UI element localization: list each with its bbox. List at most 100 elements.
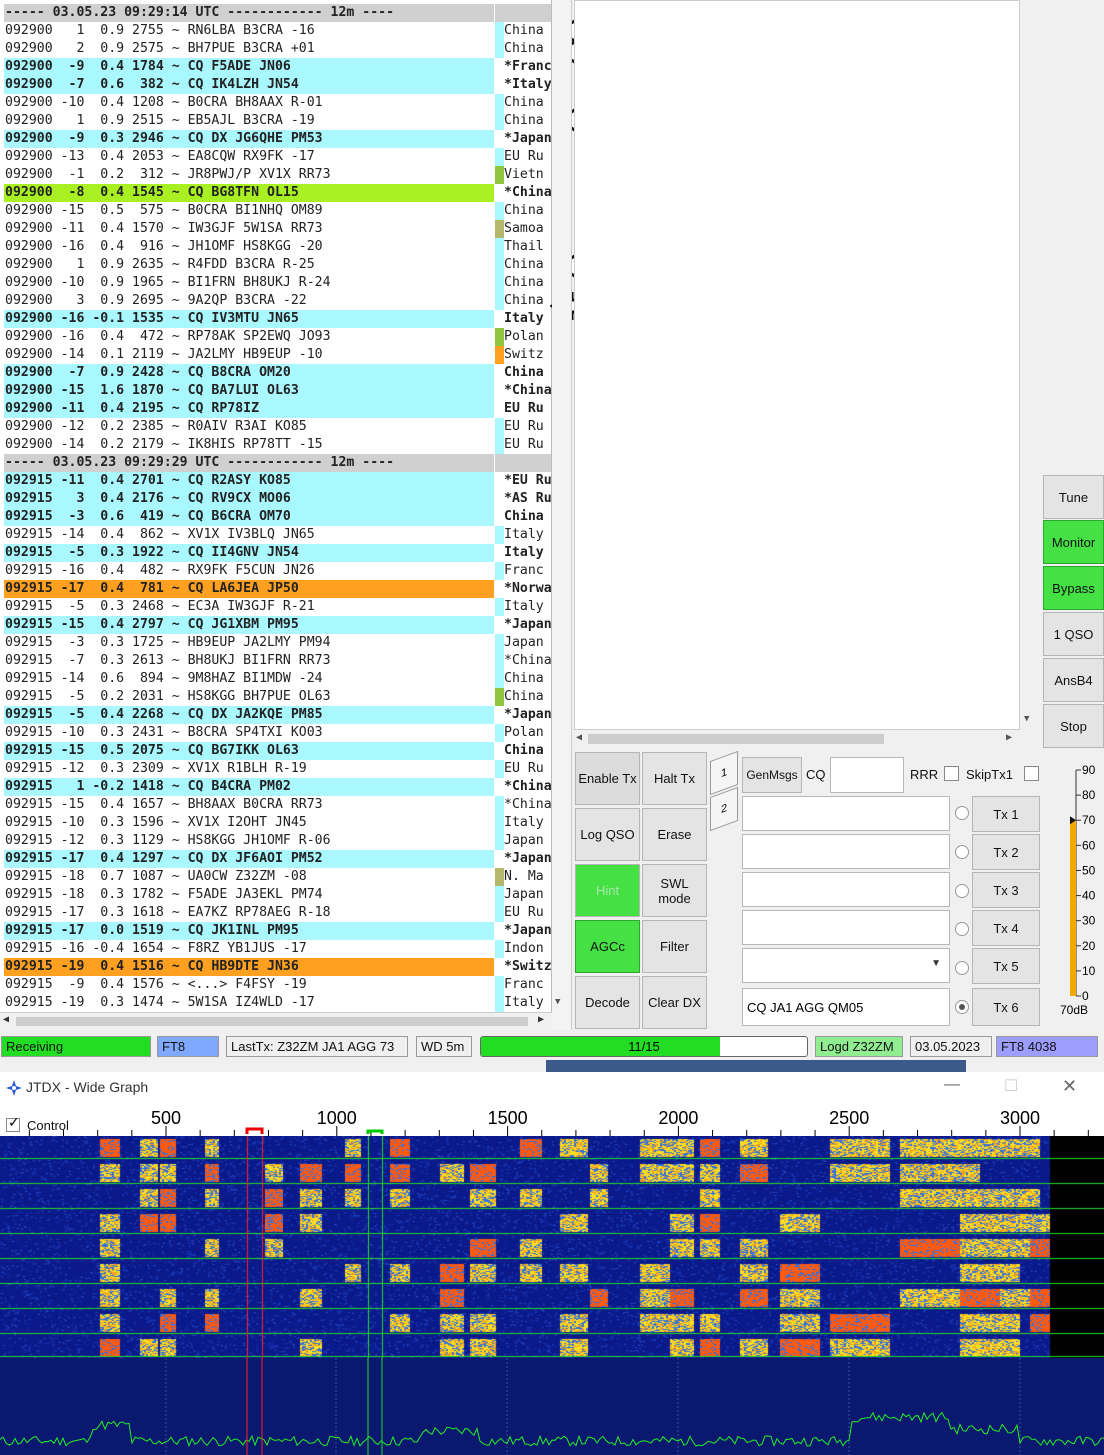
rx-marker[interactable] — [245, 1127, 264, 1134]
decode-row[interactable]: 092915 -3 0.6 419 ~ CQ B6CRA OM70 China — [4, 508, 551, 526]
decode-row[interactable]: 092900 -8 0.4 1545 ~ CQ BG8TFN OL15 *Chin… — [4, 184, 551, 202]
scroll-down-icon[interactable]: ▼ — [1024, 714, 1029, 724]
cq-input[interactable] — [830, 757, 904, 793]
decode-row[interactable]: 092900 -11 0.4 1570 ~ IW3GJF 5W1SA RR73 S… — [4, 220, 551, 238]
frequency-scale[interactable]: ✓ Control 500 1000 1500 2000 2500 3000 — [0, 1104, 1104, 1136]
period-separator[interactable]: ----- 03.05.23 09:29:29 UTC ------------… — [4, 454, 551, 472]
agcc-button[interactable]: AGCc — [575, 920, 640, 973]
decode-row[interactable]: 092915 -10 0.3 2431 ~ B8CRA SP4TXI KO03 P… — [4, 724, 551, 742]
tx2-button[interactable]: Tx 2 — [972, 834, 1040, 870]
decode-row[interactable]: 092915 -17 0.4 781 ~ CQ LA6JEA JP50 *Norw… — [4, 580, 551, 598]
decode-row[interactable]: 092915 -7 0.3 2613 ~ BH8UKJ BI1FRN RR73 *… — [4, 652, 551, 670]
decode-row[interactable]: 092900 -11 0.4 2195 ~ CQ RP78IZ EU Ru — [4, 400, 551, 418]
log-qso-button[interactable]: Log QSO — [575, 808, 640, 861]
tx3-radio[interactable] — [955, 884, 969, 898]
decode-row[interactable]: 092915 3 0.4 2176 ~ CQ RV9CX MO06 *AS Ru — [4, 490, 551, 508]
decode-row[interactable]: 092915 -18 0.3 1782 ~ F5ADE JA3EKL PM74 J… — [4, 886, 551, 904]
decode-row[interactable]: 092915 -18 0.7 1087 ~ UA0CW Z32ZM -08 N. … — [4, 868, 551, 886]
decode-row[interactable]: 092915 -14 0.4 862 ~ XV1X IV3BLQ JN65 Ita… — [4, 526, 551, 544]
tx3-message-input[interactable] — [742, 872, 950, 907]
close-icon[interactable]: ✕ — [1062, 1076, 1077, 1097]
decode-row[interactable]: 092900 -7 0.9 2428 ~ CQ B8CRA OM20 China — [4, 364, 551, 382]
stop-button[interactable]: Stop — [1043, 704, 1104, 748]
scroll-thumb[interactable] — [16, 1017, 528, 1026]
monitor-button[interactable]: Monitor — [1043, 520, 1104, 564]
erase-button[interactable]: Erase — [642, 808, 707, 861]
rx-frequency-pane[interactable] — [574, 0, 1020, 730]
tx4-message-input[interactable] — [742, 910, 950, 945]
scroll-right-icon[interactable]: ▶ — [538, 1014, 544, 1025]
tx1-message-input[interactable] — [742, 796, 950, 831]
maximize-icon[interactable]: ☐ — [1004, 1076, 1018, 1096]
decode-row[interactable]: 092915 -17 0.3 1618 ~ EA7KZ RP78AEG R-18… — [4, 904, 551, 922]
decode-row[interactable]: 092915 -12 0.3 1129 ~ HS8KGG JH1OMF R-06… — [4, 832, 551, 850]
decode-row[interactable]: 092915 -15 0.4 2797 ~ CQ JG1XBM PM95 *Jap… — [4, 616, 551, 634]
scroll-left-icon[interactable]: ◀ — [576, 732, 582, 743]
tx6-radio[interactable] — [955, 1000, 969, 1014]
clear-dx-button[interactable]: Clear DX — [642, 976, 707, 1029]
decode-row[interactable]: 092915 -16 0.4 482 ~ RX9FK F5CUN JN26 Fra… — [4, 562, 551, 580]
waterfall-display[interactable] — [0, 1136, 1104, 1358]
tune-button[interactable]: Tune — [1043, 475, 1104, 519]
tx4-radio[interactable] — [955, 922, 969, 936]
wide-graph-titlebar[interactable]: JTDX - Wide Graph — ☐ ✕ — [0, 1072, 1104, 1104]
decode-row[interactable]: 092915 -5 0.3 1922 ~ CQ II4GNV JN54 Italy — [4, 544, 551, 562]
decode-row[interactable]: 092900 -14 0.2 2179 ~ IK8HIS RP78TT -15 E… — [4, 436, 551, 454]
decode-row[interactable]: 092900 -15 0.5 575 ~ B0CRA BI1NHQ OM89 Ch… — [4, 202, 551, 220]
splitter[interactable] — [552, 0, 572, 1030]
decode-row[interactable]: 092900 -16 0.4 916 ~ JH1OMF HS8KGG -20 Th… — [4, 238, 551, 256]
horizontal-scrollbar[interactable]: ◀ ▶ — [574, 730, 1020, 748]
decode-row[interactable]: 092915 -5 0.4 2268 ~ CQ DX JA2KQE PM85 *J… — [4, 706, 551, 724]
decode-row[interactable]: 092915 -19 0.3 1474 ~ 5W1SA IZ4WLD -17 It… — [4, 994, 551, 1012]
ansb4-button[interactable]: AnsB4 — [1043, 658, 1104, 702]
decode-row[interactable]: 092900 -10 0.9 1965 ~ BI1FRN BH8UKJ R-24… — [4, 274, 551, 292]
scroll-right-icon[interactable]: ▶ — [1006, 732, 1012, 743]
decode-row[interactable]: 092915 -19 0.4 1516 ~ CQ HB9DTE JN36 *Swi… — [4, 958, 551, 976]
tx4-button[interactable]: Tx 4 — [972, 910, 1040, 946]
halt-tx-button[interactable]: Halt Tx — [642, 752, 707, 805]
tx6-button[interactable]: Tx 6 — [972, 988, 1040, 1026]
tx1-button[interactable]: Tx 1 — [972, 796, 1040, 832]
enable-tx-button[interactable]: Enable Tx — [575, 752, 640, 805]
decode-row[interactable]: 092915 -11 0.4 2701 ~ CQ R2ASY KO85 *EU R… — [4, 472, 551, 490]
decode-row[interactable]: 092915 -10 0.3 1596 ~ XV1X I2OHT JN45 Ita… — [4, 814, 551, 832]
tx6-message-input[interactable]: CQ JA1 AGG QM05 — [742, 988, 950, 1026]
genmsgs-button[interactable]: GenMsgs — [742, 757, 802, 793]
decode-row[interactable]: 092900 -12 0.2 2385 ~ R0AIV R3AI KO85 EU … — [4, 418, 551, 436]
tx5-button[interactable]: Tx 5 — [972, 948, 1040, 984]
tx-marker[interactable] — [366, 1129, 384, 1134]
skiptx1-checkbox[interactable] — [1024, 766, 1039, 781]
decode-row[interactable]: 092915 -15 0.4 1657 ~ BH8AAX B0CRA RR73 *… — [4, 796, 551, 814]
tx3-button[interactable]: Tx 3 — [972, 872, 1040, 908]
decode-row[interactable]: 092915 -5 0.3 2468 ~ EC3A IW3GJF R-21 Ita… — [4, 598, 551, 616]
decode-row[interactable]: 092900 1 0.9 2755 ~ RN6LBA B3CRA -16 Chin… — [4, 22, 551, 40]
tx2-radio[interactable] — [955, 845, 969, 859]
one-qso-button[interactable]: 1 QSO — [1043, 612, 1104, 656]
decode-row[interactable]: 092900 -9 0.4 1784 ~ CQ F5ADE JN06 *Franc — [4, 58, 551, 76]
tx5-radio[interactable] — [955, 961, 969, 975]
decode-row[interactable]: 092915 -16 -0.4 1654 ~ F8RZ YB1JUS -17 In… — [4, 940, 551, 958]
hint-button[interactable]: Hint — [575, 864, 640, 917]
minimize-icon[interactable]: — — [944, 1076, 960, 1094]
decode-row[interactable]: 092900 1 0.9 2515 ~ EB5AJL B3CRA -19 Chin… — [4, 112, 551, 130]
decode-row[interactable]: 092915 -17 0.4 1297 ~ CQ DX JF6AOI PM52 *… — [4, 850, 551, 868]
tx1-radio[interactable] — [955, 806, 969, 820]
decode-row[interactable]: 092900 -16 0.4 472 ~ RP78AK SP2EWQ JO93 P… — [4, 328, 551, 346]
period-separator[interactable]: ----- 03.05.23 09:29:14 UTC ------------… — [4, 4, 551, 22]
scroll-left-icon[interactable]: ◀ — [3, 1014, 9, 1025]
decode-row[interactable]: 092915 -5 0.2 2031 ~ HS8KGG BH7PUE OL63 C… — [4, 688, 551, 706]
tx2-message-input[interactable] — [742, 834, 950, 869]
swl-mode-button[interactable]: SWL mode — [642, 864, 707, 917]
decode-button[interactable]: Decode — [575, 976, 640, 1029]
bypass-button[interactable]: Bypass — [1043, 566, 1104, 610]
decode-row[interactable]: 092900 3 0.9 2695 ~ 9A2QP B3CRA -22 China — [4, 292, 551, 310]
decode-list[interactable]: ----- 03.05.23 09:29:14 UTC ------------… — [0, 0, 552, 1030]
decode-row[interactable]: 092900 -9 0.3 2946 ~ CQ DX JG6QHE PM53 *J… — [4, 130, 551, 148]
decode-row[interactable]: 092900 -14 0.1 2119 ~ JA2LMY HB9EUP -10 S… — [4, 346, 551, 364]
rrr-checkbox[interactable] — [944, 766, 959, 781]
decode-row[interactable]: 092900 1 0.9 2635 ~ R4FDD B3CRA R-25 Chin… — [4, 256, 551, 274]
vertical-scrollbar[interactable]: ▼ — [1020, 0, 1038, 730]
scroll-down-icon[interactable]: ▼ — [555, 997, 560, 1007]
horizontal-scrollbar[interactable]: ◀ ▶ — [0, 1012, 552, 1030]
decode-row[interactable]: 092900 2 0.9 2575 ~ BH7PUE B3CRA +01 Chin… — [4, 40, 551, 58]
